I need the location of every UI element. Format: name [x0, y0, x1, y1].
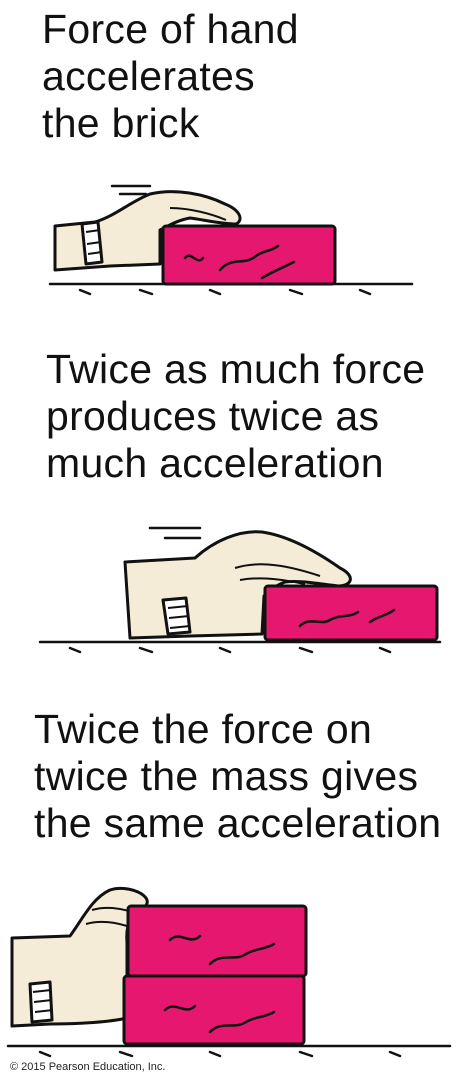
panel-3-illustration	[6, 886, 452, 1058]
panel-2-caption-line-1: Twice as much force	[46, 346, 426, 392]
panel-2-illustration	[38, 526, 442, 654]
panel-3-caption-line-1: Twice the force on	[34, 706, 373, 752]
panel-3-caption: Twice the force on twice the mass gives …	[34, 706, 441, 847]
panel-1-caption-line-3: the brick	[42, 100, 200, 146]
panel-2-caption-line-3: much acceleration	[46, 440, 384, 486]
bottom-brick	[122, 974, 306, 1046]
brick	[263, 584, 439, 642]
panel-1-caption-line-2: accelerates	[42, 53, 255, 99]
panel-3-caption-line-2: twice the mass gives	[34, 753, 419, 799]
top-brick	[126, 904, 308, 978]
copyright-notice: © 2015 Pearson Education, Inc.	[10, 1061, 166, 1073]
panel-3-caption-line-3: the same acceleration	[34, 800, 442, 846]
ground-line	[6, 1044, 452, 1058]
motion-lines	[148, 526, 202, 540]
panel-2-caption-line-2: produces twice as	[46, 393, 380, 439]
brick	[161, 224, 337, 286]
panel-2-caption: Twice as much force produces twice as mu…	[46, 346, 425, 487]
ground-line	[38, 640, 442, 654]
panel-1-caption-line-1: Force of hand	[42, 6, 299, 52]
panel-1-illustration	[48, 184, 414, 296]
panel-1-caption: Force of hand accelerates the brick	[42, 6, 299, 147]
motion-lines	[110, 184, 152, 196]
